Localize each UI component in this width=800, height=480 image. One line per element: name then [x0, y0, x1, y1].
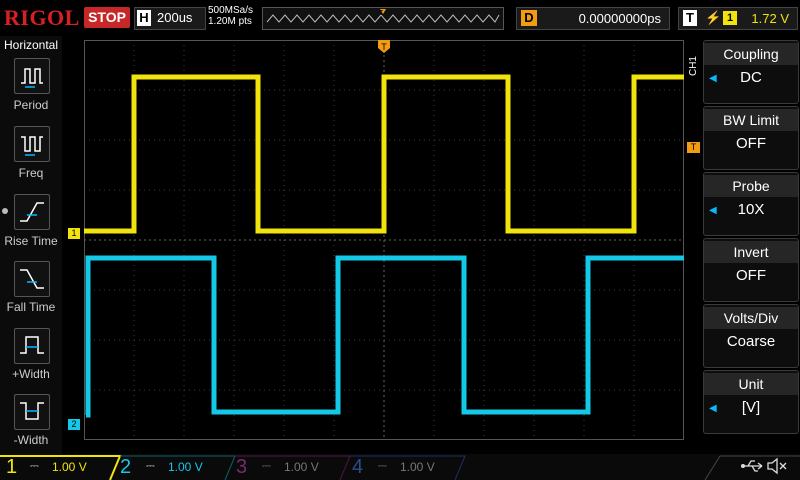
memory-points: 1.20M pts	[208, 16, 252, 27]
dc-coupling-icon: ⎓	[146, 460, 155, 472]
ch4-scale: 1.00 V	[400, 460, 435, 474]
ch1-number: 1	[6, 456, 18, 478]
bw-limit-title: BW Limit	[704, 109, 798, 131]
trigger-source: 1	[723, 11, 737, 25]
bw-limit-menu[interactable]: BW Limit OFF	[703, 106, 799, 170]
rise-time-label: Rise Time	[4, 234, 58, 248]
trigger-readout[interactable]: T ⚡ 1 1.72 V	[678, 7, 798, 30]
ch2-ground-marker[interactable]: 2	[68, 419, 80, 430]
ch4-status[interactable]: 4 ⎓ 1.00 V	[350, 456, 466, 478]
probe-menu[interactable]: Probe ◀ 10X	[703, 172, 799, 236]
coupling-menu[interactable]: Coupling ◀ DC	[703, 40, 799, 104]
sample-rate: 500MSa/s	[208, 5, 254, 16]
memory-overview-bar[interactable]: T	[262, 7, 504, 30]
ch1-status[interactable]: 1 ⎓ 1.00 V	[0, 456, 118, 478]
dc-coupling-icon: ⎓	[378, 460, 387, 472]
freq-label: Freq	[18, 166, 44, 180]
period-icon	[21, 68, 43, 88]
delay-readout[interactable]: D 0.00000000ps	[516, 7, 670, 30]
ch4-number: 4	[352, 456, 364, 478]
pos-width-label: +Width	[12, 367, 50, 381]
ch2-number: 2	[120, 456, 132, 478]
neg-width-button[interactable]	[14, 394, 50, 430]
rising-edge-icon: ⚡	[705, 10, 722, 25]
freq-button[interactable]	[14, 126, 50, 162]
fall-time-icon	[20, 269, 44, 289]
menu-channel-tag: CH1	[688, 56, 699, 77]
neg-width-icon	[20, 402, 44, 420]
usb-icon	[741, 460, 763, 472]
trigger-level: 1.72 V	[751, 11, 789, 26]
period-button[interactable]	[14, 58, 50, 94]
probe-value: 10X	[737, 201, 765, 218]
volts-div-title: Volts/Div	[704, 307, 798, 329]
delay-tag: D	[521, 10, 537, 26]
probe-title: Probe	[704, 175, 798, 197]
fall-time-label: Fall Time	[6, 300, 56, 314]
svg-text:T: T	[379, 10, 384, 17]
unit-title: Unit	[704, 373, 798, 395]
invert-value: OFF	[736, 267, 766, 284]
dc-coupling-icon: ⎓	[262, 460, 271, 472]
coupling-value: DC	[740, 69, 762, 86]
unit-value: [V]	[741, 399, 761, 416]
ch2-scale: 1.00 V	[168, 460, 203, 474]
bw-limit-value: OFF	[736, 135, 766, 152]
trigger-tag: T	[683, 10, 697, 26]
fall-time-button[interactable]	[14, 261, 50, 297]
unit-menu[interactable]: Unit ◀ [V]	[703, 370, 799, 434]
delay-value: 0.00000000ps	[578, 11, 661, 26]
panel-page-dot	[2, 208, 8, 214]
volts-div-value: Coarse	[726, 333, 776, 350]
run-stop-status[interactable]: STOP	[84, 7, 130, 28]
period-label: Period	[13, 98, 49, 112]
ch1-ground-marker[interactable]: 1	[68, 228, 80, 239]
measure-panel-title: Horizontal	[3, 38, 59, 52]
freq-icon	[21, 136, 43, 156]
volts-div-menu[interactable]: Volts/Div Coarse	[703, 304, 799, 368]
rise-time-button[interactable]	[14, 194, 50, 230]
dc-coupling-icon: ⎓	[30, 460, 39, 472]
brand-logo: RIGOL	[4, 5, 80, 30]
waveform-display[interactable]: T	[84, 40, 684, 440]
pos-width-icon	[20, 336, 44, 354]
ch2-status[interactable]: 2 ⎓ 1.00 V	[118, 456, 234, 478]
invert-menu[interactable]: Invert OFF	[703, 238, 799, 302]
trigger-level-marker[interactable]: T	[687, 142, 700, 153]
ch1-scale: 1.00 V	[52, 460, 87, 474]
pos-width-button[interactable]	[14, 328, 50, 364]
sample-info: 500MSa/s 1.20M pts	[208, 5, 253, 27]
coupling-title: Coupling	[704, 43, 798, 65]
ch3-scale: 1.00 V	[284, 460, 319, 474]
ch3-number: 3	[236, 456, 248, 478]
horizontal-tag: H	[137, 10, 151, 26]
svg-text:T: T	[381, 42, 387, 52]
ch3-status[interactable]: 3 ⎓ 1.00 V	[234, 456, 350, 478]
memory-overview-waveform: T	[266, 9, 500, 23]
speaker-muted-icon[interactable]	[766, 456, 788, 476]
rise-time-icon	[20, 202, 44, 222]
horizontal-timebase[interactable]: H 200us	[134, 7, 206, 30]
invert-title: Invert	[704, 241, 798, 263]
timebase-value: 200us	[157, 10, 193, 25]
